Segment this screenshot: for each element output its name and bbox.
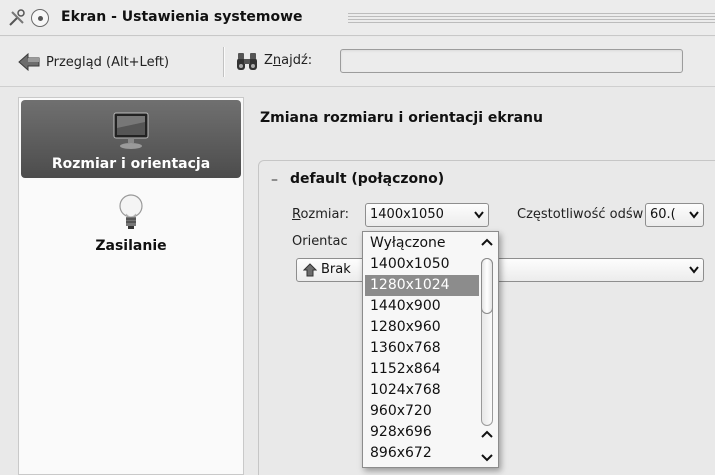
orientation-select[interactable]: Brak — [296, 258, 704, 282]
orientation-label: Orientac — [292, 234, 348, 249]
list-item[interactable]: 1280x1024 — [365, 275, 479, 296]
scroll-up-icon[interactable] — [480, 429, 494, 439]
scrollbar-thumb[interactable] — [481, 258, 493, 314]
title-bar: Ekran - Ustawienia systemowe — [0, 0, 715, 36]
orientation-value: Brak — [321, 262, 351, 277]
group-collapse-toggle[interactable]: – — [271, 172, 278, 188]
scroll-down-icon[interactable] — [480, 453, 494, 463]
list-item[interactable]: 1440x900 — [365, 296, 479, 317]
toolbar: Przegląd (Alt+Left) Znajdź: — [0, 37, 715, 87]
list-item[interactable]: 1152x864 — [365, 359, 479, 380]
pin-icon[interactable] — [31, 9, 49, 27]
list-item[interactable]: 928x696 — [365, 422, 479, 443]
output-title: default (połączono) — [290, 171, 445, 187]
monitor-icon — [113, 112, 149, 149]
list-item[interactable]: 1400x1050 — [365, 254, 479, 275]
lightbulb-icon — [119, 194, 143, 229]
sidebar-item-power[interactable]: Zasilanie — [21, 182, 241, 260]
sidebar: Rozmiar i orientacja Zasilanie — [18, 97, 244, 475]
binoculars-icon — [237, 53, 257, 70]
chevron-down-icon — [689, 266, 699, 274]
size-label: Rozmiar: — [292, 207, 349, 222]
scroll-up-icon[interactable] — [480, 237, 494, 247]
refresh-rate-value: 60.( — [650, 207, 676, 222]
back-arrow-icon — [18, 53, 40, 71]
toolbar-separator — [223, 47, 224, 77]
titlebar-grip[interactable] — [348, 13, 715, 24]
sidebar-item-label: Zasilanie — [95, 238, 167, 254]
list-item[interactable]: 896x672 — [365, 443, 479, 464]
size-select[interactable]: 1400x1050 — [365, 203, 489, 227]
chevron-down-icon — [689, 211, 699, 219]
list-item[interactable]: Wyłączone — [365, 233, 479, 254]
page-title: Zmiana rozmiaru i orientacji ekranu — [260, 110, 543, 126]
find-input[interactable] — [340, 49, 683, 73]
size-select-value: 1400x1050 — [370, 207, 444, 222]
overview-back-button[interactable]: Przegląd (Alt+Left) — [18, 50, 169, 74]
list-item[interactable]: 1280x960 — [365, 317, 479, 338]
sidebar-item-label: Rozmiar i orientacja — [51, 156, 211, 172]
tools-icon[interactable] — [8, 9, 26, 27]
find-label: Znajdź: — [264, 53, 313, 68]
chevron-down-icon — [474, 211, 484, 219]
size-dropdown-popup: Wyłączone 1400x1050 1280x1024 1440x900 1… — [362, 231, 499, 468]
list-item[interactable]: 1024x768 — [365, 380, 479, 401]
window-title: Ekran - Ustawienia systemowe — [61, 9, 303, 25]
back-button-label: Przegląd (Alt+Left) — [46, 54, 170, 70]
size-options-list: Wyłączone 1400x1050 1280x1024 1440x900 1… — [365, 233, 479, 464]
list-item[interactable]: 960x720 — [365, 401, 479, 422]
refresh-rate-label: Częstotliwość odśw — [517, 207, 644, 222]
up-arrow-icon — [303, 263, 317, 277]
sidebar-item-size-orientation[interactable]: Rozmiar i orientacja — [21, 100, 241, 178]
refresh-rate-select[interactable]: 60.( — [645, 203, 704, 227]
list-item[interactable]: 1360x768 — [365, 338, 479, 359]
